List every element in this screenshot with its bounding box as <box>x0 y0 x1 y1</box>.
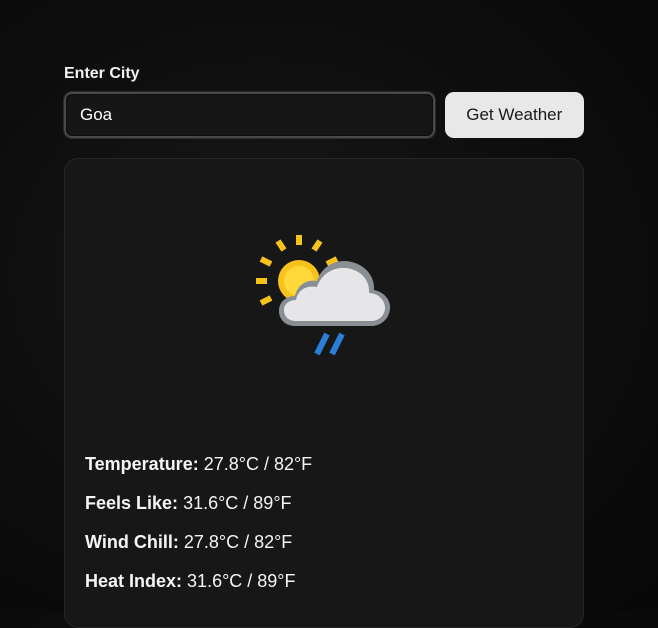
weather-details: Temperature: 27.8°C / 82°F Feels Like: 3… <box>85 451 565 607</box>
weather-app: Enter City Get Weather <box>63 64 584 628</box>
temperature-label: Temperature: <box>85 454 199 474</box>
get-weather-button[interactable]: Get Weather <box>444 92 584 138</box>
weather-card: Temperature: 27.8°C / 82°F Feels Like: 3… <box>64 158 584 628</box>
heat-index-line: Heat Index: 31.6°C / 89°F <box>85 568 565 594</box>
city-label: Enter City <box>64 65 140 82</box>
temperature-value: 27.8°C / 82°F <box>203 454 313 474</box>
wind-chill-line: Wind Chill: 27.8°C / 82°F <box>85 529 565 555</box>
feels-like-line: Feels Like: 31.6°C / 89°F <box>85 490 565 516</box>
heat-index-label: Heat Index: <box>85 571 183 591</box>
heat-index-value: 31.6°C / 89°F <box>187 571 296 591</box>
temperature-line: Temperature: 27.8°C / 82°F <box>85 451 565 477</box>
wind-chill-value: 27.8°C / 82°F <box>183 532 293 552</box>
sun-behind-rain-cloud-icon <box>255 229 395 359</box>
feels-like-label: Feels Like: <box>85 493 179 513</box>
city-input[interactable] <box>63 91 436 139</box>
search-row: Get Weather <box>63 91 584 139</box>
feels-like-value: 31.6°C / 89°F <box>183 493 292 513</box>
wind-chill-label: Wind Chill: <box>85 532 179 552</box>
